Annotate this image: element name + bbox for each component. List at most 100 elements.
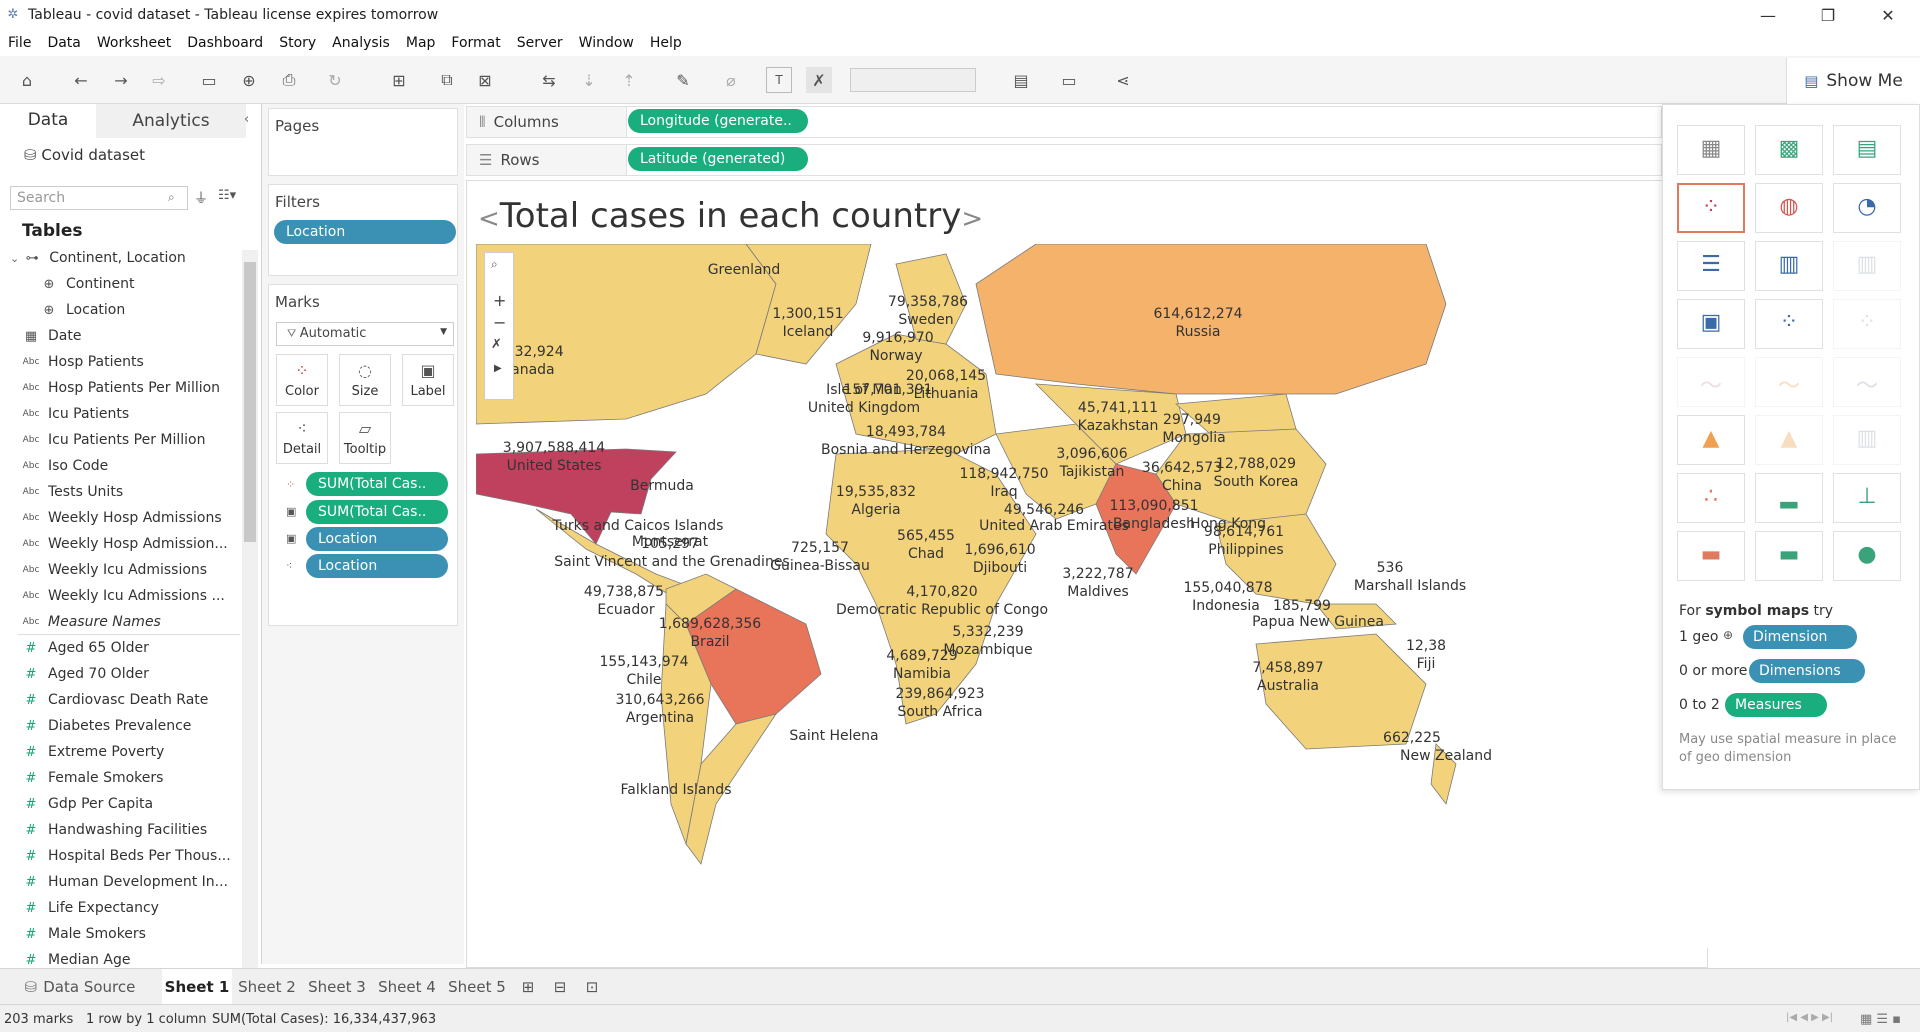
zoom-in-icon[interactable]: + <box>493 291 506 310</box>
mark-type-dropdown[interactable]: ⛛ Automatic ▼ <box>276 322 454 346</box>
scrollbar-thumb[interactable] <box>244 262 256 542</box>
fit-dropdown[interactable] <box>850 68 976 92</box>
tab-sheet-2[interactable]: Sheet 2 <box>232 969 302 1005</box>
menu-help[interactable]: Help <box>650 35 682 51</box>
swap-icon[interactable]: ⇆ <box>536 67 562 93</box>
chart-type-symbol-map[interactable]: ⁘ <box>1677 183 1745 233</box>
chart-type-filled-map[interactable]: ◍ <box>1755 183 1823 233</box>
sort-descending-icon[interactable]: ⇡ <box>616 67 642 93</box>
chart-type-horizontal-bars[interactable]: ☰ <box>1677 241 1745 291</box>
field-item[interactable]: ▦ Date <box>0 324 82 348</box>
field-item[interactable]: Abc Hosp Patients Per Million <box>0 376 220 400</box>
label-button[interactable]: ▣ Label <box>402 354 454 406</box>
mark-pill-sum-color[interactable]: SUM(Total Cas.. <box>306 472 448 496</box>
redo-icon[interactable]: → <box>108 67 134 93</box>
mark-pill-sum-label[interactable]: SUM(Total Cas.. <box>306 500 448 524</box>
tooltip-button[interactable]: ▱ Tooltip <box>339 412 391 464</box>
tab-sheet-4[interactable]: Sheet 4 <box>372 969 442 1005</box>
view-mode-icons[interactable]: ▦ ☰ ▪ <box>1860 1012 1901 1027</box>
field-item[interactable]: # Aged 70 Older <box>0 662 149 686</box>
sheet-nav-icons[interactable]: |◀ ◀ ▶ ▶| <box>1786 1012 1833 1023</box>
fix-axes-icon[interactable]: ✗ <box>806 67 832 93</box>
detail-button[interactable]: ⁖ Detail <box>276 412 328 464</box>
sort-ascending-icon[interactable]: ⇣ <box>576 67 602 93</box>
group-icon[interactable]: ⌀ <box>718 67 744 93</box>
datasource-item[interactable]: ⛁ Covid dataset <box>24 146 145 164</box>
highlight-icon[interactable]: ✎ <box>670 67 696 93</box>
chart-type-histogram[interactable]: ▂ <box>1755 473 1823 523</box>
tab-sheet-1[interactable]: Sheet 1 <box>162 969 232 1005</box>
menu-data[interactable]: Data <box>47 35 80 51</box>
pause-updates-icon[interactable]: ⎙ <box>276 67 302 93</box>
world-map[interactable]: Greenland 1,300,151 Iceland 79,358,786 Swede… <box>476 244 1708 948</box>
chart-type-circle-views[interactable]: ⁘ <box>1755 299 1823 349</box>
map-search-icon[interactable]: ⌕ <box>491 257 498 272</box>
map-toolbar-expand-icon[interactable]: ▶ <box>494 363 502 374</box>
field-item[interactable]: # Life Expectancy <box>0 896 159 920</box>
chart-type-box-and-whisker[interactable]: ⊥ <box>1833 473 1901 523</box>
new-datasource-icon[interactable]: ⊕ <box>236 67 262 93</box>
replay-icon[interactable]: ⇨ <box>146 67 172 93</box>
menu-worksheet[interactable]: Worksheet <box>97 35 171 51</box>
chart-type-side-by-side-bars[interactable]: ▥ <box>1833 241 1901 291</box>
rows-pill-latitude[interactable]: Latitude (generated) <box>628 147 808 171</box>
tab-analytics[interactable]: Analytics <box>96 104 246 138</box>
field-item[interactable]: Abc Measure Names <box>0 610 161 634</box>
presentation-mode-icon[interactable]: ▭ <box>1056 67 1082 93</box>
field-item[interactable]: ⌄ ⊶ Continent, Location <box>0 246 186 270</box>
columns-pill-longitude[interactable]: Longitude (generate.. <box>628 109 808 133</box>
show-mark-labels-icon[interactable]: T <box>766 67 792 93</box>
menu-analysis[interactable]: Analysis <box>332 35 390 51</box>
refresh-icon[interactable]: ↻ <box>322 67 348 93</box>
field-item[interactable]: # Male Smokers <box>0 922 146 946</box>
pages-card[interactable]: Pages <box>268 108 458 176</box>
chart-type-stacked-bars[interactable]: ▥ <box>1755 241 1823 291</box>
restore-button[interactable]: ❐ <box>1800 0 1856 30</box>
menu-server[interactable]: Server <box>517 35 563 51</box>
clear-sheet-icon[interactable]: ⊠ <box>472 67 498 93</box>
menu-window[interactable]: Window <box>579 35 634 51</box>
chart-type-dual-combination[interactable]: ▥ <box>1833 415 1901 465</box>
chart-type-text-table[interactable]: ▦ <box>1677 125 1745 175</box>
chart-type-bullet-graph[interactable]: ▬ <box>1755 531 1823 581</box>
new-worksheet-icon[interactable]: ⊞ <box>386 67 412 93</box>
chart-type-continuous-lines[interactable]: 〜 <box>1677 357 1745 407</box>
chart-type-scatter-plot[interactable]: ∴ <box>1677 473 1745 523</box>
chart-type-packed-bubbles[interactable]: ● <box>1833 531 1901 581</box>
chart-type-side-by-side-circles[interactable]: ⁘ <box>1833 299 1901 349</box>
field-item[interactable]: Abc Icu Patients <box>0 402 130 426</box>
collapse-pane-icon[interactable]: ‹ <box>244 112 249 127</box>
chart-type-pie-chart[interactable]: ◔ <box>1833 183 1901 233</box>
field-item[interactable]: # Aged 65 Older <box>0 636 149 660</box>
menu-dashboard[interactable]: Dashboard <box>187 35 263 51</box>
undo-icon[interactable]: ← <box>68 67 94 93</box>
filter-fields-icon[interactable]: ⏚ <box>194 188 208 208</box>
field-item[interactable]: Abc Weekly Hosp Admission... <box>0 532 228 556</box>
show-me-button[interactable]: ▤ Show Me <box>1786 58 1920 104</box>
field-item[interactable]: Abc Tests Units <box>0 480 124 504</box>
mark-pill-location-label[interactable]: Location <box>306 527 448 551</box>
chart-type-dual-lines[interactable]: 〜 <box>1833 357 1901 407</box>
field-item[interactable]: # Diabetes Prevalence <box>0 714 192 738</box>
chart-type-gantt[interactable]: ▬ <box>1677 531 1745 581</box>
minimize-button[interactable]: — <box>1740 0 1796 30</box>
pin-map-icon[interactable]: ✗ <box>491 337 502 352</box>
new-story-tab-icon[interactable]: ⊡ <box>580 969 604 1005</box>
expand-icon[interactable]: ⌄ <box>10 252 19 265</box>
field-item[interactable]: # Gdp Per Capita <box>0 792 154 816</box>
filter-pill-location[interactable]: Location <box>274 220 456 244</box>
field-item[interactable]: Abc Weekly Hosp Admissions <box>0 506 222 530</box>
field-item[interactable]: # Hospital Beds Per Thous... <box>0 844 231 868</box>
field-item[interactable]: Abc Weekly Icu Admissions ... <box>0 584 225 608</box>
field-item[interactable]: Abc Icu Patients Per Million <box>0 428 206 452</box>
field-item[interactable]: # Handwashing Facilities <box>0 818 208 842</box>
field-item[interactable]: ⊕ Location <box>0 298 126 322</box>
home-icon[interactable]: ⌂ <box>14 67 40 93</box>
menu-file[interactable]: File <box>8 35 31 51</box>
chart-type-area-continuous[interactable]: ▲ <box>1677 415 1745 465</box>
menu-story[interactable]: Story <box>279 35 316 51</box>
field-item[interactable]: # Human Development In... <box>0 870 228 894</box>
field-item[interactable]: ⊕ Continent <box>0 272 135 296</box>
show-cards-icon[interactable]: ▤ <box>1008 67 1034 93</box>
field-item[interactable]: # Extreme Poverty <box>0 740 165 764</box>
